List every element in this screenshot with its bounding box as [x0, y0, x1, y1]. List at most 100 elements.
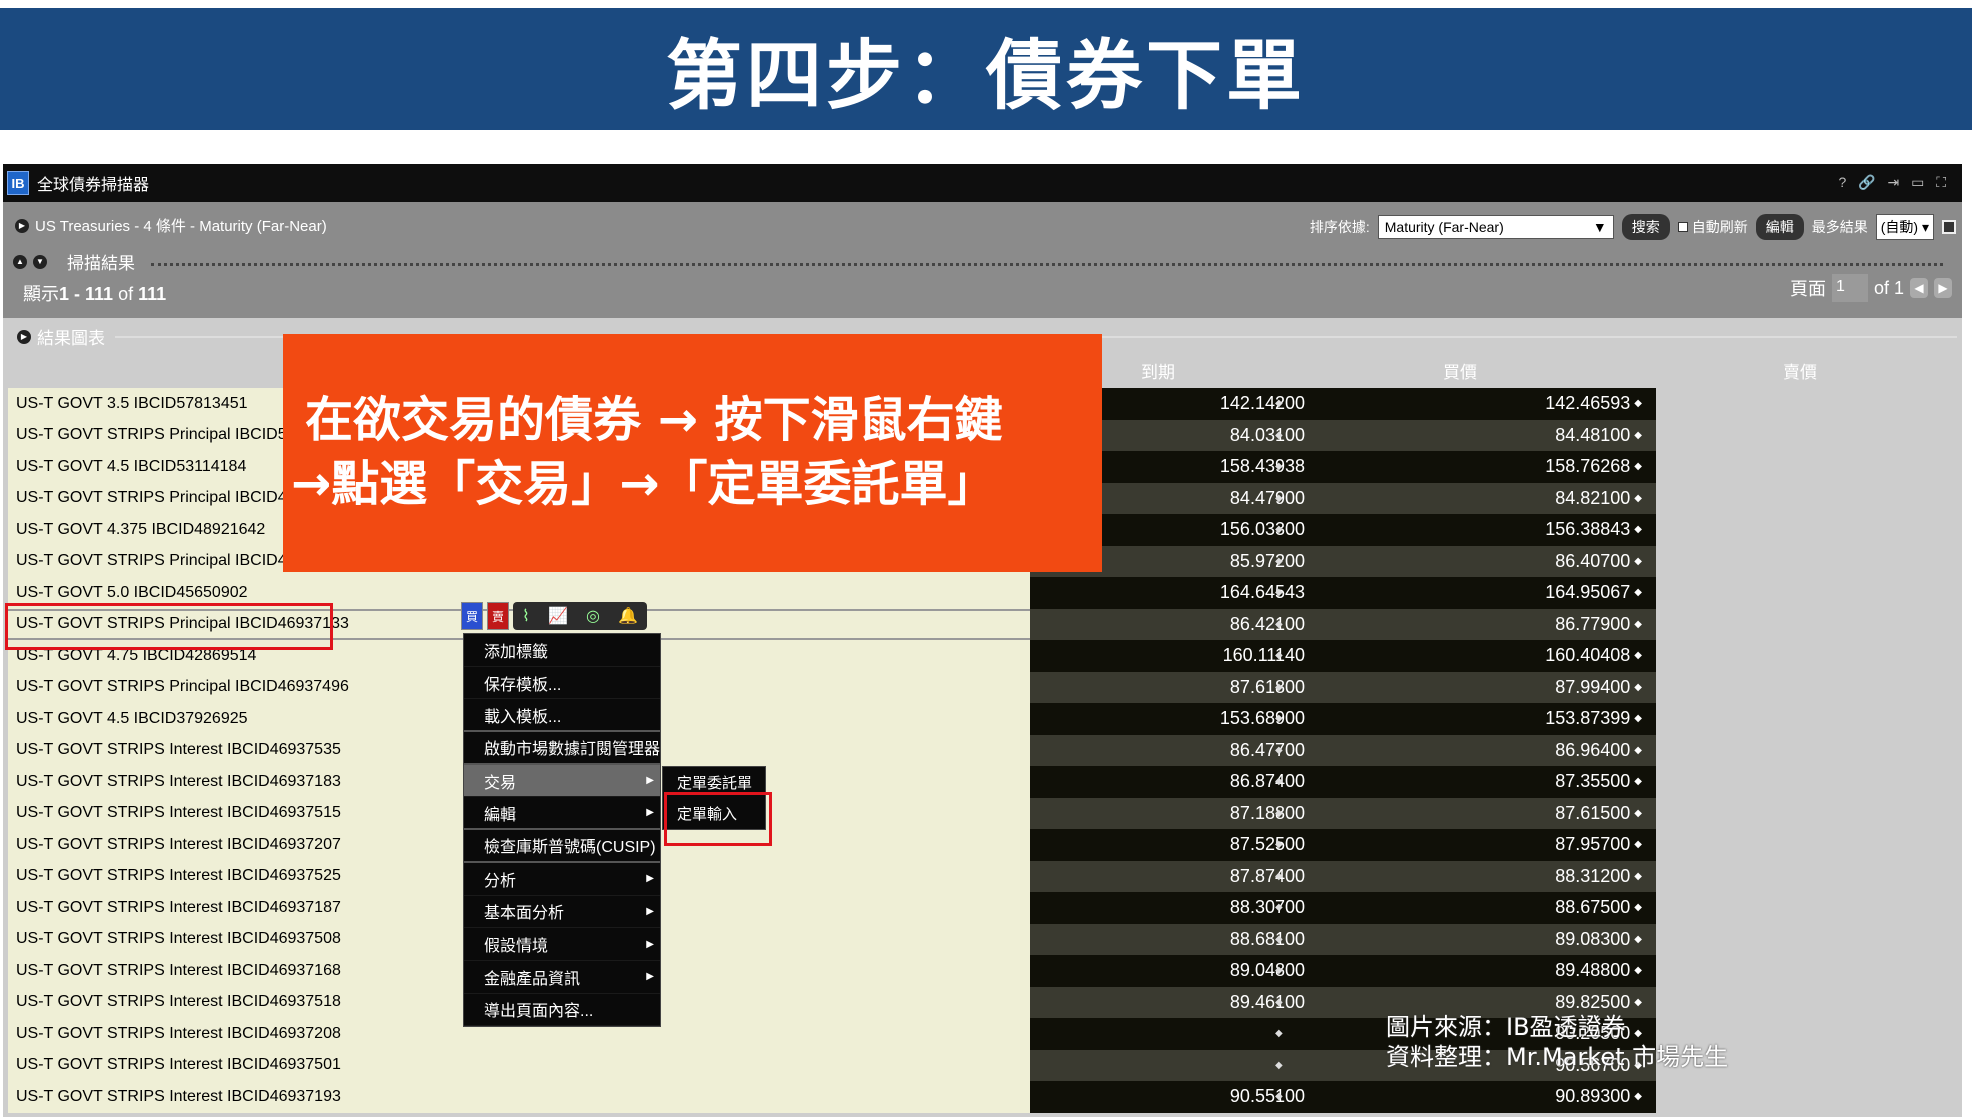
bid-price[interactable]: ◆ 89.46100 [1030, 986, 1325, 1018]
table-row[interactable]: US-T GOVT STRIPS Principal IBCID46937496… [8, 671, 1958, 703]
bid-price[interactable]: ◆ 89.04800 [1030, 955, 1325, 987]
bond-name[interactable]: US-T GOVT STRIPS Interest IBCID46937193N… [8, 1081, 1110, 1113]
bid-value: 86.87400 [1229, 771, 1305, 792]
sell-button[interactable]: 賣 [487, 602, 509, 630]
context-menu-item[interactable]: 分析 ▶ [464, 863, 660, 896]
bid-price[interactable]: ◆ 87.18800 [1030, 797, 1325, 829]
table-row[interactable]: US-T GOVT STRIPS Interest IBCID46937515F… [8, 797, 1958, 829]
table-row[interactable]: US-T GOVT STRIPS Interest IBCID46937525A… [8, 860, 1958, 892]
bid-price[interactable]: ◆ 87.52500 [1030, 829, 1325, 861]
ask-price[interactable]: 87.61500 ◆ [1325, 797, 1656, 829]
context-menu-item[interactable]: 編輯 ▶ [464, 797, 660, 831]
ask-price[interactable]: 164.95067 ◆ [1325, 577, 1656, 609]
menu-item-label: 載入模板... [484, 708, 562, 726]
buy-button[interactable]: 買 [461, 602, 483, 630]
bond-name[interactable]: US-T GOVT STRIPS Interest IBCID46937501F… [8, 1049, 1109, 1081]
table-row[interactable]: US-T GOVT STRIPS Interest IBCID46937193N… [8, 1081, 1958, 1113]
context-menu-item[interactable]: 保存模板... [464, 667, 660, 700]
checkbox-icon[interactable] [1677, 222, 1688, 232]
column-ask[interactable]: 賣價 [1783, 358, 1817, 383]
table-row[interactable]: US-T GOVT STRIPS Interest IBCID46937535A… [8, 734, 1958, 766]
save-icon[interactable] [1942, 220, 1956, 234]
search-button[interactable]: 搜索 [1621, 214, 1670, 240]
bid-price[interactable]: ◆ 88.30700 [1030, 892, 1325, 924]
context-menu-item[interactable]: 基本面分析 ▶ [464, 896, 660, 929]
table-row[interactable]: US-T GOVT STRIPS Interest IBCID46937187M… [8, 892, 1958, 924]
bond-name-text: US-T GOVT STRIPS Interest IBCID46937207 [16, 835, 341, 853]
bond-name-text: US-T GOVT STRIPS Interest IBCID46937183 [16, 772, 341, 790]
context-menu-item[interactable]: 導出頁面內容... [464, 994, 660, 1027]
ask-price[interactable]: 86.96400 ◆ [1325, 734, 1656, 766]
ask-price[interactable]: 158.76268 ◆ [1325, 451, 1656, 483]
collapse-down-icon[interactable]: ▼ [33, 254, 47, 269]
ask-price[interactable]: 88.67500 ◆ [1325, 892, 1656, 924]
ask-price[interactable]: 84.82100 ◆ [1325, 482, 1656, 514]
context-menu-item[interactable]: 載入模板... [464, 699, 660, 733]
banner-title: 第四步：債券下單 [666, 31, 1306, 120]
ask-price[interactable]: 87.95700 ◆ [1325, 829, 1656, 861]
alarm-bell-icon[interactable]: 🔔 [618, 606, 638, 626]
bid-price[interactable]: ◆ 90.55100 [1030, 1081, 1325, 1113]
ask-price[interactable]: 86.40700 ◆ [1325, 545, 1656, 577]
bid-value: 90.55100 [1229, 1086, 1305, 1107]
table-row[interactable]: US-T GOVT STRIPS Interest IBCID46937183M… [8, 766, 1958, 798]
ask-price[interactable]: 86.77900 ◆ [1325, 608, 1656, 640]
ask-price[interactable]: 153.87399 ◆ [1325, 703, 1656, 735]
edit-button[interactable]: 編輯 [1755, 214, 1804, 240]
ask-price[interactable]: 156.38843 ◆ [1325, 514, 1656, 546]
max-results-dropdown[interactable]: (自動) ▾ [1875, 214, 1934, 240]
context-menu-item[interactable]: 添加標籤 [464, 634, 660, 667]
trend-chart-icon[interactable]: 📈 [548, 606, 568, 626]
ask-marker-icon: ◆ [1634, 681, 1642, 693]
menu-item-label: 分析 [484, 872, 517, 890]
context-menu-item[interactable]: 檢查庫斯普號碼(CUSIP) [464, 830, 660, 863]
ask-price[interactable]: 89.48800 ◆ [1325, 955, 1656, 987]
ask-price[interactable]: 87.99400 ◆ [1325, 671, 1656, 703]
bid-price[interactable]: ◆ 88.68100 [1030, 923, 1325, 955]
context-menu-item[interactable]: 假設情境 ▶ [464, 928, 660, 961]
bid-value: 160.11140 [1222, 645, 1305, 666]
sort-dropdown[interactable]: Maturity (Far-Near) ▼ [1377, 215, 1614, 239]
window-controls-icon[interactable]: ? 🔗 ⇥ ▭ ⛶ [1838, 174, 1950, 191]
table-row[interactable]: US-T GOVT 4.5 IBCID37926925Feb15'36◆153.… [8, 703, 1958, 735]
context-menu-item[interactable]: 金融產品資訊 ▶ [464, 961, 660, 994]
chart-icon[interactable]: ⌇ [522, 606, 530, 626]
ask-price[interactable]: 84.48100 ◆ [1325, 419, 1656, 451]
bid-price[interactable]: ◆ 160.11140 [1030, 640, 1325, 672]
bid-price[interactable]: ◆ 164.64543 [1030, 577, 1325, 609]
chart-label: 結果圖表 [37, 329, 105, 348]
auto-refresh-toggle[interactable]: 自動刷新 [1677, 217, 1748, 237]
bid-price[interactable]: ◆ [1030, 1018, 1325, 1050]
ask-price[interactable]: 88.31200 ◆ [1325, 860, 1656, 892]
column-bid[interactable]: 買價 [1443, 358, 1477, 383]
bid-marker-icon: ◆ [1275, 1091, 1283, 1103]
context-menu-item[interactable]: 交易 ▶ [464, 764, 660, 798]
prev-page-icon[interactable]: ◀ [1910, 278, 1928, 298]
page-label: 頁面 [1789, 279, 1826, 299]
bid-price[interactable]: ◆ 87.87400 [1030, 860, 1325, 892]
table-row[interactable]: US-T GOVT STRIPS Interest IBCID46937168N… [8, 955, 1958, 987]
column-maturity[interactable]: 到期 [1141, 358, 1175, 383]
bid-price[interactable]: ◆ 153.68900 [1030, 703, 1325, 735]
page-input[interactable]: 1 [1831, 274, 1868, 302]
bid-price[interactable]: ◆ 86.47700 [1030, 734, 1325, 766]
ask-price[interactable]: 89.08300 ◆ [1325, 923, 1656, 955]
bid-price[interactable]: ◆ 86.42100 [1030, 608, 1325, 640]
collapse-up-icon[interactable]: ▲ [13, 254, 27, 269]
expand-arrow-icon[interactable]: ▶ [15, 218, 29, 233]
expand-arrow-icon[interactable]: ▶ [17, 329, 31, 344]
bid-value: 158.43938 [1219, 456, 1305, 477]
context-menu-item[interactable]: 啟動市場數據訂閱管理器 [464, 732, 660, 765]
next-page-icon[interactable]: ▶ [1934, 278, 1952, 298]
bid-price[interactable]: ◆ [1030, 1049, 1325, 1081]
ask-price[interactable]: 87.35500 ◆ [1325, 766, 1656, 798]
ask-price[interactable]: 90.89300 ◆ [1325, 1081, 1656, 1113]
table-row[interactable]: US-T GOVT STRIPS Interest IBCID46937207N… [8, 829, 1958, 861]
ask-price[interactable]: 160.40408 ◆ [1325, 640, 1656, 672]
ask-price[interactable]: 142.46593 ◆ [1325, 388, 1656, 420]
scan-selector[interactable]: ▶ US Treasuries - 4 條件 - Maturity (Far-N… [15, 215, 327, 236]
bid-price[interactable]: ◆ 86.87400 [1030, 766, 1325, 798]
bid-price[interactable]: ◆ 87.61800 [1030, 671, 1325, 703]
globe-icon[interactable]: ◎ [586, 606, 600, 626]
table-row[interactable]: US-T GOVT STRIPS Interest IBCID46937508F… [8, 923, 1958, 955]
